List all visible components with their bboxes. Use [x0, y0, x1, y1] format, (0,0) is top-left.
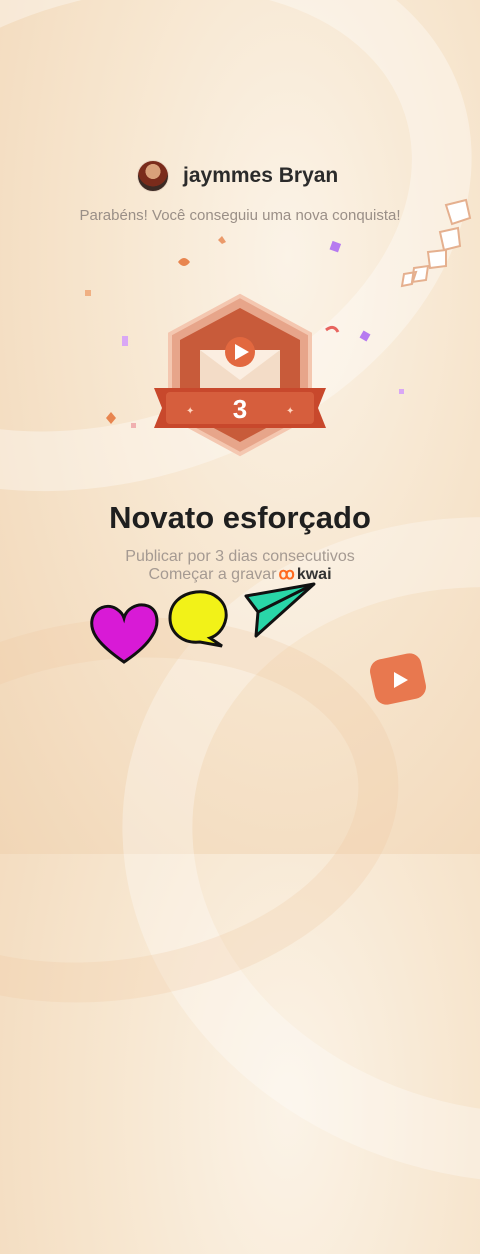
congrats-message: Parabéns! Você conseguiu uma nova conqui… — [79, 207, 401, 224]
kwai-logo: ꝏ kwai — [279, 564, 332, 584]
comment-icon[interactable] — [166, 588, 232, 650]
start-recording-link[interactable]: Começar a gravar ꝏ kwai — [0, 564, 480, 584]
svg-text:✦: ✦ — [186, 406, 194, 417]
avatar[interactable] — [137, 160, 169, 192]
kwai-logo-icon: ꝏ — [278, 566, 295, 583]
share-icon[interactable] — [244, 582, 316, 640]
svg-text:✦: ✦ — [286, 406, 294, 417]
play-icon — [225, 337, 255, 367]
achievement-title: Novato esforçado — [109, 500, 371, 535]
start-recording-label: Começar a gravar — [148, 566, 277, 583]
achievement-badge: 3 ✦ ✦ — [154, 293, 326, 457]
username: jaymmes Bryan — [183, 164, 339, 187]
badge-level: 3 — [233, 394, 247, 424]
user-header: jaymmes Bryan — [0, 160, 480, 192]
kwai-brand-label: kwai — [296, 566, 332, 583]
heart-icon[interactable] — [88, 600, 160, 666]
